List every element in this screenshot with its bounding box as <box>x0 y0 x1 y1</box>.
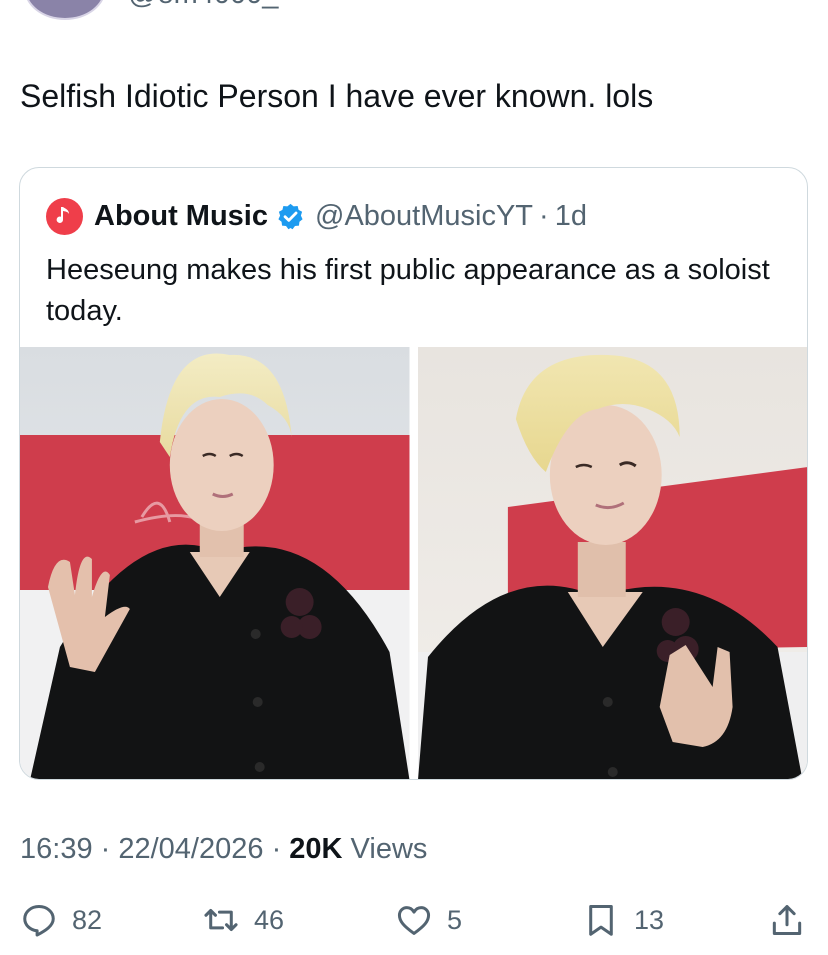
like-button[interactable]: 5 <box>395 895 462 945</box>
verified-badge-icon <box>278 203 303 229</box>
reply-count: 82 <box>72 904 103 935</box>
author-handle[interactable]: @em4000_ <box>128 0 278 11</box>
action-bar: 82 46 5 13 <box>0 895 828 945</box>
bookmark-icon <box>589 905 613 936</box>
quote-text: Heeseung makes his first public appearan… <box>46 254 770 327</box>
share-icon <box>772 905 802 935</box>
views-label: Views <box>342 833 428 865</box>
heart-icon <box>397 906 431 935</box>
reply-icon <box>23 905 55 937</box>
quote-avatar[interactable] <box>46 197 83 235</box>
photo-1[interactable] <box>20 347 410 779</box>
retweet-count: 46 <box>254 904 285 935</box>
quote-header: About Music @AboutMusicYT · 1d <box>46 197 587 235</box>
bookmark-button[interactable]: 13 <box>582 895 664 945</box>
views-count[interactable]: 20K <box>289 833 342 865</box>
photo-2[interactable] <box>417 347 807 779</box>
meta-separator: · <box>92 833 119 865</box>
quoted-tweet-card[interactable]: About Music @AboutMusicYT · 1d Heeseung … <box>19 167 808 780</box>
retweet-icon <box>204 908 238 932</box>
like-count: 5 <box>447 904 463 935</box>
tweet-text: Selfish Idiotic Person I have ever known… <box>20 78 654 114</box>
separator-dot: · <box>539 199 549 232</box>
meta-separator: · <box>263 833 290 865</box>
tweet-meta: 16:39 · 22/04/2026 · 20K Views <box>20 833 427 866</box>
quote-author-handle[interactable]: @AboutMusicYT <box>315 200 533 233</box>
music-note-icon <box>56 207 69 223</box>
share-button[interactable] <box>768 895 806 945</box>
quote-media <box>20 347 807 779</box>
author-avatar[interactable] <box>24 0 106 20</box>
post-time[interactable]: 16:39 <box>20 833 93 865</box>
retweet-button[interactable]: 46 <box>202 895 284 945</box>
reply-button[interactable]: 82 <box>20 895 102 945</box>
bookmark-count: 13 <box>634 904 665 935</box>
quote-timestamp[interactable]: 1d <box>555 200 587 233</box>
post-date[interactable]: 22/04/2026 <box>118 833 263 865</box>
quote-author-name[interactable]: About Music <box>94 200 268 233</box>
